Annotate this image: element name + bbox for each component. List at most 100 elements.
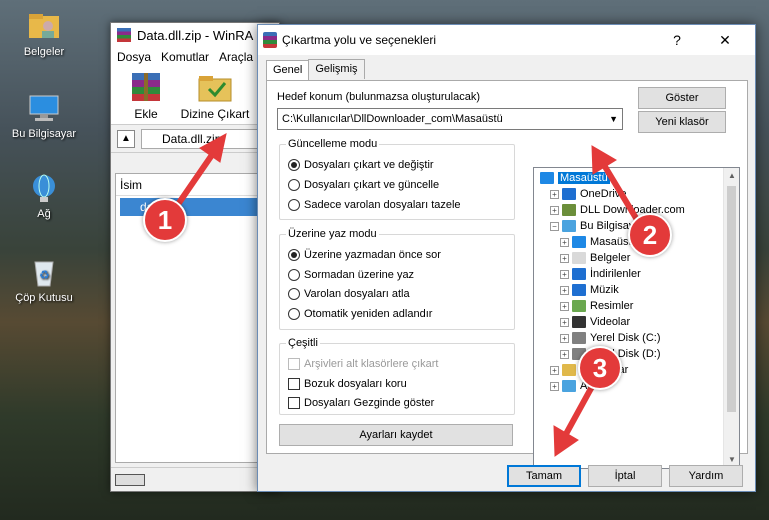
desktop-icon-label: Çöp Kutusu xyxy=(15,292,73,304)
file-row[interactable]: da xyxy=(120,198,265,216)
tab-genel[interactable]: Genel xyxy=(266,60,310,80)
radio[interactable] xyxy=(288,199,300,211)
tree-expander-icon[interactable]: + xyxy=(560,237,569,247)
overwrite-option-skip[interactable]: Varolan dosyaları atla xyxy=(288,286,410,302)
network-icon xyxy=(562,380,576,392)
tree-node[interactable]: + Masaüstü xyxy=(560,234,638,250)
drive-c-icon xyxy=(572,332,586,344)
tree-expander-icon[interactable]: + xyxy=(560,317,569,327)
tree-expander-icon[interactable]: − xyxy=(550,221,559,231)
menu-araclar[interactable]: Araçla xyxy=(219,50,253,64)
winrar-title: Data.dll.zip - WinRA xyxy=(137,27,254,43)
network-icon xyxy=(26,172,62,204)
misc-option-show-explorer[interactable]: Dosyaları Gezginde göster xyxy=(288,395,434,411)
update-option-update[interactable]: Dosyaları çıkart ve güncelle xyxy=(288,177,439,193)
tree-expander-icon[interactable]: + xyxy=(560,253,569,263)
tree-node[interactable]: Masaüstü xyxy=(540,170,610,186)
overwrite-mode-title: Üzerine yaz modu xyxy=(286,228,379,240)
tree-node[interactable]: + İndirilenler xyxy=(560,266,641,282)
close-button[interactable]: ✕ xyxy=(705,25,745,55)
step-badge-3: 3 xyxy=(578,346,622,390)
extract-to-button[interactable]: Dizine Çıkart xyxy=(177,71,253,121)
videos-icon xyxy=(572,316,586,328)
desktop-icon-label: Bu Bilgisayar xyxy=(11,128,77,140)
desktop-icon-bu-bilgisayar[interactable]: Bu Bilgisayar xyxy=(2,92,86,140)
desktop-icon-cop-kutusu[interactable]: ♻ Çöp Kutusu xyxy=(2,256,86,304)
cancel-button[interactable]: İptal xyxy=(588,465,662,487)
drive-status-icon xyxy=(115,474,145,486)
column-header-name[interactable]: İsim xyxy=(116,174,269,196)
tree-expander-icon[interactable]: + xyxy=(550,381,559,391)
tree-node[interactable]: + Belgeler xyxy=(560,250,630,266)
radio-checked[interactable] xyxy=(288,159,300,171)
ok-button[interactable]: Tamam xyxy=(507,465,581,487)
checkbox[interactable] xyxy=(288,397,300,409)
tree-expander-icon[interactable]: + xyxy=(560,269,569,279)
extract-folder-icon xyxy=(195,71,235,103)
tree-node[interactable]: + Videolar xyxy=(560,314,630,330)
overwrite-option-no-ask[interactable]: Sormadan üzerine yaz xyxy=(288,267,414,283)
checkbox-disabled xyxy=(288,358,300,370)
tree-expander-icon[interactable]: + xyxy=(550,365,559,375)
radio[interactable] xyxy=(288,308,300,320)
desktop-icon-ag[interactable]: Ağ xyxy=(2,172,86,220)
winrar-pathbar: ▲ Data.dll.zip xyxy=(111,125,279,153)
menu-komutlar[interactable]: Komutlar xyxy=(161,50,209,64)
user-icon xyxy=(562,204,576,216)
update-mode-group: Güncelleme modu Dosyaları çıkart ve deği… xyxy=(279,138,515,220)
add-label: Ekle xyxy=(134,107,158,121)
folder-tree[interactable]: ▲ ▼ Masaüstü + OneDrive + DLL Downloader.com… xyxy=(533,167,740,469)
tab-gelismis[interactable]: Gelişmiş xyxy=(308,59,365,79)
tree-expander-icon[interactable]: + xyxy=(560,285,569,295)
tree-expander-icon[interactable]: + xyxy=(550,189,559,199)
show-button[interactable]: Göster xyxy=(638,87,726,109)
up-folder-button[interactable]: ▲ xyxy=(117,130,135,148)
help-title-button[interactable]: ? xyxy=(657,25,697,55)
desktop-icon-label: Belgeler xyxy=(23,46,65,58)
destination-path-combobox[interactable]: C:\Kullanıcılar\DllDownloader_com\Masaüs… xyxy=(277,108,623,130)
tree-expander-icon[interactable]: + xyxy=(550,205,559,215)
winrar-window: Data.dll.zip - WinRA Dosya Komutlar Araç… xyxy=(110,22,280,492)
radio[interactable] xyxy=(288,288,300,300)
checkbox[interactable] xyxy=(288,378,300,390)
svg-text:♻: ♻ xyxy=(39,268,50,282)
tree-node[interactable]: + Müzik xyxy=(560,282,619,298)
general-tab-panel: Hedef konum (bulunmazsa oluşturulacak) C… xyxy=(266,80,748,469)
save-settings-button[interactable]: Ayarları kaydet xyxy=(279,424,513,446)
radio-checked[interactable] xyxy=(288,249,300,261)
overwrite-option-rename[interactable]: Otomatik yeniden adlandır xyxy=(288,306,432,322)
update-option-fresh[interactable]: Sadece varolan dosyaları tazele xyxy=(288,197,461,213)
new-folder-button[interactable]: Yeni klasör xyxy=(638,111,726,133)
overwrite-option-ask[interactable]: Üzerine yazmadan önce sor xyxy=(288,247,441,263)
winrar-statusbar xyxy=(111,467,279,491)
tree-node[interactable]: + Resimler xyxy=(560,298,633,314)
tree-node[interactable]: + DLL Downloader.com xyxy=(550,202,685,218)
radio[interactable] xyxy=(288,269,300,281)
scroll-up-icon[interactable]: ▲ xyxy=(724,168,739,184)
chevron-down-icon[interactable]: ▼ xyxy=(609,109,618,129)
tree-node[interactable]: + OneDrive xyxy=(550,186,626,202)
option-label: Sormadan üzerine yaz xyxy=(304,269,415,281)
pictures-icon xyxy=(572,300,586,312)
tree-node[interactable]: + Yerel Disk (C:) xyxy=(560,330,661,346)
dialog-title-bar[interactable]: Çıkartma yolu ve seçenekleri ? ✕ xyxy=(258,25,755,55)
update-option-replace[interactable]: Dosyaları çıkart ve değiştir xyxy=(288,157,434,173)
scroll-thumb[interactable] xyxy=(727,186,736,412)
file-list[interactable]: İsim da xyxy=(115,173,270,463)
misc-title: Çeşitli xyxy=(286,337,320,349)
help-button[interactable]: Yardım xyxy=(669,465,743,487)
radio[interactable] xyxy=(288,179,300,191)
misc-option-keep-broken[interactable]: Bozuk dosyaları koru xyxy=(288,376,407,392)
tree-expander-icon[interactable]: + xyxy=(560,301,569,311)
menu-dosya[interactable]: Dosya xyxy=(117,50,151,64)
winrar-title-bar[interactable]: Data.dll.zip - WinRA xyxy=(111,23,279,47)
tree-expander-icon[interactable]: + xyxy=(560,349,569,359)
tree-node-label: İndirilenler xyxy=(590,268,641,280)
add-button[interactable]: Ekle xyxy=(121,71,171,121)
desktop-icon-belgeler[interactable]: Belgeler xyxy=(2,10,86,58)
option-label: Arşivleri alt klasörlere çıkart xyxy=(304,358,439,370)
option-label: Dosyaları Gezginde göster xyxy=(304,397,435,409)
tree-expander-icon[interactable]: + xyxy=(560,333,569,343)
tree-scrollbar[interactable]: ▲ ▼ xyxy=(723,168,739,468)
archive-path: Data.dll.zip xyxy=(162,132,222,146)
